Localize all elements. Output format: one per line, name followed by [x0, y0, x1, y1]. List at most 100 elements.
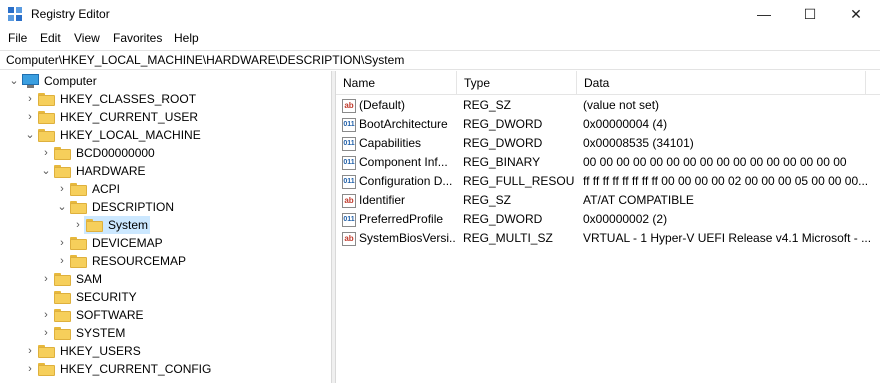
tree-item-label: ACPI [92, 182, 121, 196]
value-type: REG_BINARY [463, 155, 541, 169]
menu-bar: File Edit View Favorites Help [0, 28, 880, 49]
chevron-right-icon[interactable]: › [56, 254, 68, 268]
binary-value-icon: 011 [342, 137, 356, 151]
value-type: REG_DWORD [463, 117, 543, 131]
value-row[interactable]: 011 Capabilities REG_DWORD 0x00008535 (3410… [336, 134, 880, 153]
tree-item-label: Computer [44, 74, 97, 88]
menu-edit[interactable]: Edit [40, 31, 61, 45]
tree-item[interactable]: › BCD00000000 [0, 144, 331, 162]
folder-icon [70, 201, 87, 214]
tree-item[interactable]: › RESOURCEMAP [0, 252, 331, 270]
value-data: AT/AT COMPATIBLE [583, 193, 694, 207]
folder-icon [38, 129, 55, 142]
tree-item[interactable]: ⌄ HKEY_LOCAL_MACHINE [0, 126, 331, 144]
chevron-right-icon[interactable]: › [24, 344, 36, 358]
maximize-button[interactable]: ☐ [787, 0, 833, 28]
string-value-icon: ab [342, 99, 356, 113]
value-row[interactable]: ab SystemBiosVersi... REG_MULTI_SZ VRTUAL -… [336, 229, 880, 248]
folder-icon [38, 345, 55, 358]
tree-item[interactable]: ⌄ Computer [0, 72, 331, 90]
tree-item-label: HKEY_LOCAL_MACHINE [60, 128, 201, 142]
column-data-header[interactable]: Data [577, 71, 866, 95]
tree-item[interactable]: › HKEY_CURRENT_USER [0, 108, 331, 126]
value-row[interactable]: 011 PreferredProfile REG_DWORD 0x00000002 (… [336, 210, 880, 229]
tree-item[interactable]: ⌄ HARDWARE [0, 162, 331, 180]
chevron-right-icon[interactable]: › [72, 218, 84, 232]
tree-item[interactable]: › DEVICEMAP [0, 234, 331, 252]
chevron-right-icon[interactable]: › [40, 308, 52, 322]
address-path[interactable]: Computer\HKEY_LOCAL_MACHINE\HARDWARE\DES… [6, 53, 404, 67]
menu-view[interactable]: View [74, 31, 100, 45]
tree-item-label: SAM [76, 272, 103, 286]
tree-item[interactable]: › HKEY_USERS [0, 342, 331, 360]
chevron-down-icon[interactable]: ⌄ [8, 74, 20, 88]
value-name: Identifier [359, 193, 406, 207]
value-type: REG_FULL_RESOU... [463, 174, 575, 188]
folder-icon [54, 327, 71, 340]
value-data: 00 00 00 00 00 00 00 00 00 00 00 00 00 0… [583, 155, 847, 169]
tree-item-label: HKEY_CURRENT_USER [60, 110, 199, 124]
folder-icon [38, 363, 55, 376]
value-type: REG_SZ [463, 193, 512, 207]
tree-item[interactable]: SECURITY [0, 288, 331, 306]
value-row[interactable]: 011 Configuration D... REG_FULL_RESOU... ff… [336, 172, 880, 191]
values-list[interactable]: Name Type Data ab (Default) REG_SZ (value n… [336, 71, 880, 383]
chevron-down-icon[interactable]: ⌄ [24, 128, 36, 142]
tree-item-label: BCD00000000 [76, 146, 155, 160]
value-type: REG_SZ [463, 98, 512, 112]
value-data: 0x00000004 (4) [583, 117, 668, 131]
tree-item[interactable]: ⌄ DESCRIPTION [0, 198, 331, 216]
chevron-right-icon[interactable]: › [56, 182, 68, 196]
tree-item-label: DESCRIPTION [92, 200, 175, 214]
tree-item[interactable]: › HKEY_CLASSES_ROOT [0, 90, 331, 108]
value-data: (value not set) [583, 98, 660, 112]
chevron-right-icon[interactable]: › [24, 92, 36, 106]
chevron-down-icon[interactable]: ⌄ [40, 164, 52, 178]
window-title: Registry Editor [31, 7, 110, 21]
string-value-icon: ab [342, 194, 356, 208]
menu-file[interactable]: File [8, 31, 27, 45]
column-type-header[interactable]: Type [457, 71, 577, 95]
value-row[interactable]: ab Identifier REG_SZ AT/AT COMPATIBLE [336, 191, 880, 210]
value-row[interactable]: 011 BootArchitecture REG_DWORD 0x00000004 (… [336, 115, 880, 134]
tree-item[interactable]: › SYSTEM [0, 324, 331, 342]
computer-icon [22, 74, 39, 88]
tree-item[interactable]: › SOFTWARE [0, 306, 331, 324]
value-row[interactable]: 011 Component Inf... REG_BINARY 00 00 00 00… [336, 153, 880, 172]
close-button[interactable]: ✕ [833, 0, 879, 28]
title-bar: Registry Editor — ☐ ✕ [0, 0, 880, 28]
tree-item[interactable]: › HKEY_CURRENT_CONFIG [0, 360, 331, 378]
menu-favorites[interactable]: Favorites [113, 31, 162, 45]
value-row[interactable]: ab (Default) REG_SZ (value not set) [336, 96, 880, 115]
tree-item[interactable]: › ACPI [0, 180, 331, 198]
binary-value-icon: 011 [342, 156, 356, 170]
folder-icon [38, 111, 55, 124]
value-data: VRTUAL - 1 Hyper-V UEFI Release v4.1 Mic… [583, 231, 872, 245]
column-header: Name Type Data [336, 71, 880, 95]
value-name: Component Inf... [359, 155, 448, 169]
value-name: (Default) [359, 98, 406, 112]
tree-item-label: SYSTEM [76, 326, 126, 340]
minimize-button[interactable]: — [741, 0, 787, 28]
chevron-right-icon[interactable]: › [24, 362, 36, 376]
key-tree[interactable]: ⌄ Computer › HKEY_CLASSES_ROOT › HKEY_CURRENT… [0, 71, 331, 383]
folder-icon [54, 291, 71, 304]
chevron-right-icon[interactable]: › [40, 272, 52, 286]
chevron-right-icon[interactable]: › [56, 236, 68, 250]
tree-item[interactable]: › SAM [0, 270, 331, 288]
chevron-down-icon[interactable]: ⌄ [56, 200, 68, 214]
column-name-header[interactable]: Name [336, 71, 457, 95]
tree-item[interactable]: › System [0, 216, 331, 234]
chevron-right-icon[interactable]: › [40, 146, 52, 160]
value-name: Capabilities [359, 136, 422, 150]
address-bar[interactable]: Computer\HKEY_LOCAL_MACHINE\HARDWARE\DES… [0, 50, 880, 70]
chevron-right-icon[interactable]: › [24, 110, 36, 124]
folder-icon [38, 93, 55, 106]
tree-item-label: SOFTWARE [76, 308, 144, 322]
tree-item-label: HKEY_USERS [60, 344, 141, 358]
tree-item-label: HARDWARE [76, 164, 146, 178]
chevron-right-icon[interactable]: › [40, 326, 52, 340]
menu-help[interactable]: Help [174, 31, 199, 45]
tree-item-label: System [108, 218, 149, 232]
value-name: SystemBiosVersi... [359, 231, 455, 245]
